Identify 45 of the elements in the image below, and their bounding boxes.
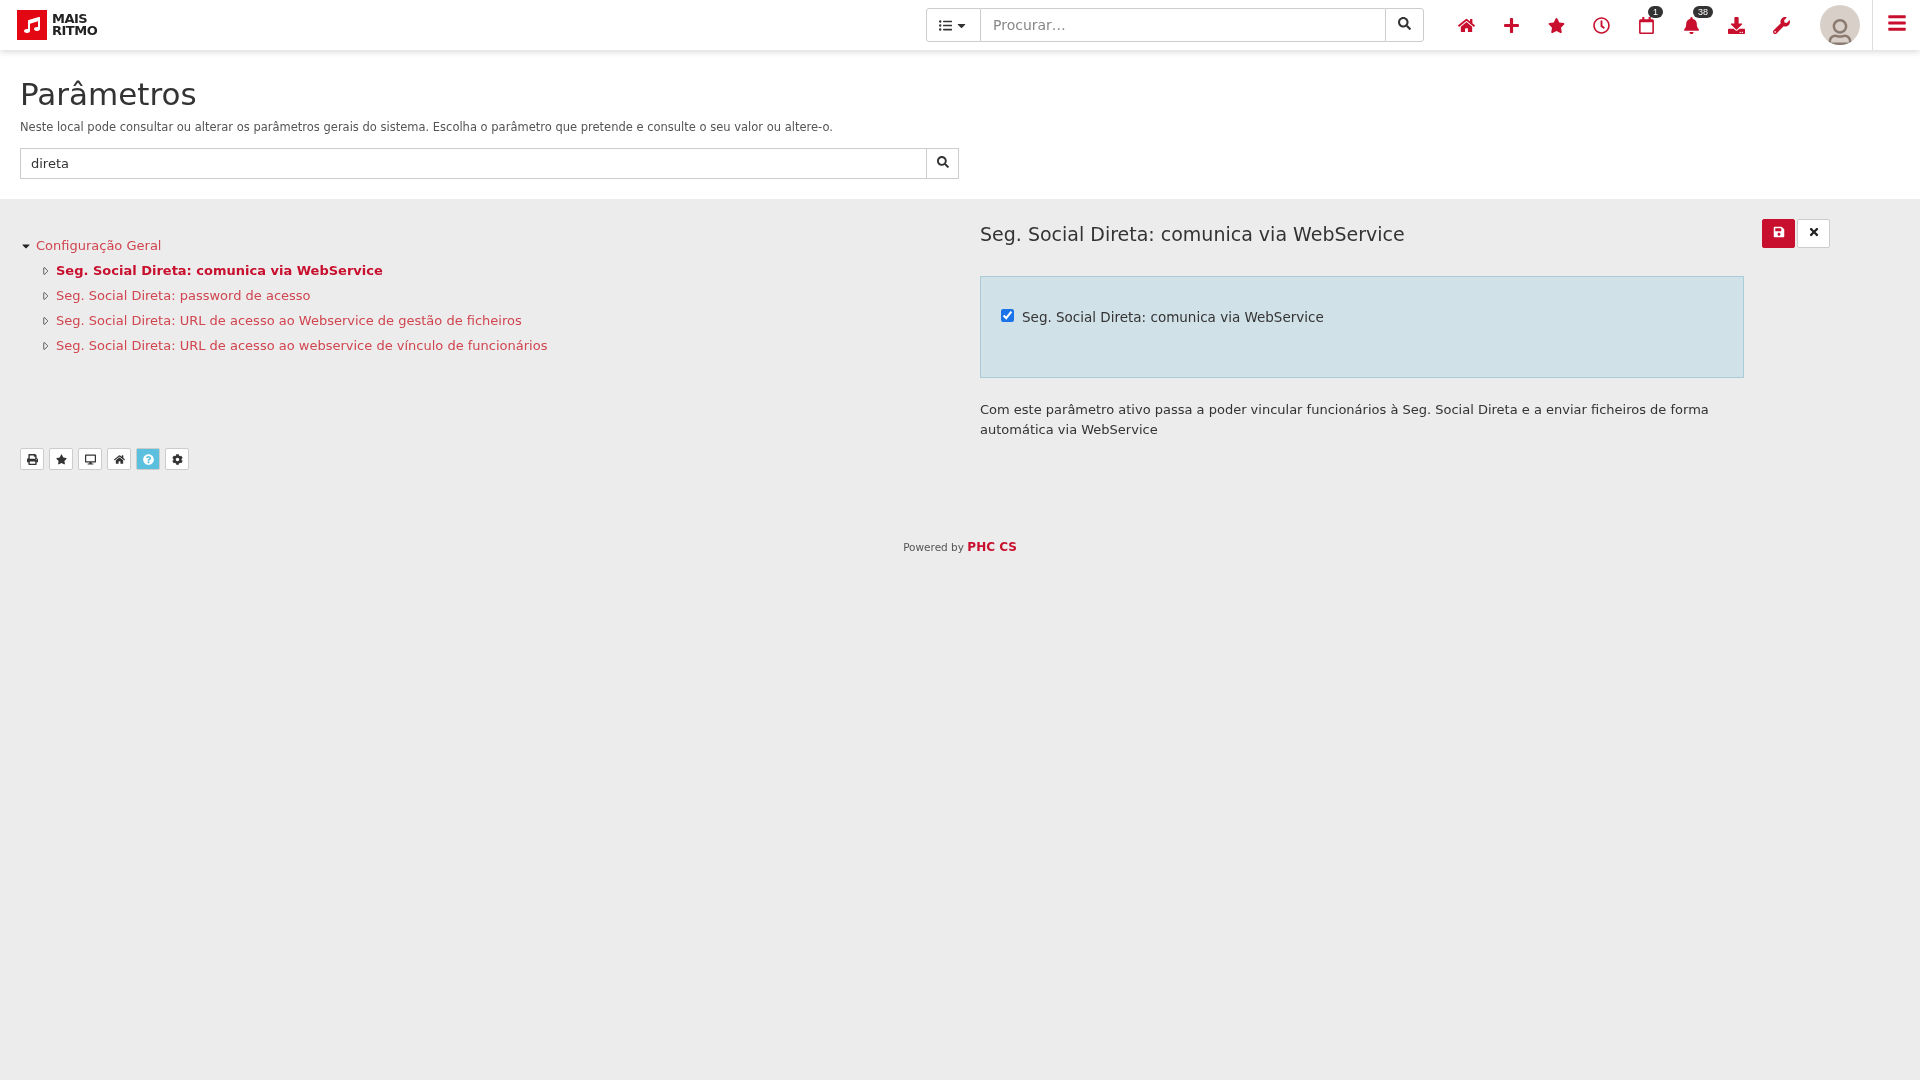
home-plus-icon[interactable]: [107, 448, 131, 470]
tree-item[interactable]: Configuração Geral: [36, 238, 162, 253]
bell-button[interactable]: 38: [1669, 5, 1714, 45]
close-icon: [1807, 226, 1820, 238]
brand-link[interactable]: PHC CS: [967, 540, 1017, 554]
tree-item[interactable]: Seg. Social Direta: password de acesso: [56, 288, 311, 303]
powered-by-text: Powered by: [903, 541, 964, 553]
filter-field[interactable]: direta: [20, 148, 926, 179]
search-icon: [1398, 17, 1411, 30]
count-badge: 38: [1693, 6, 1713, 18]
menu-button[interactable]: [1872, 0, 1920, 50]
calendar-icon: [1638, 16, 1655, 34]
page-description: Neste local pode consultar ou alterar os parâmetros gerais do sistema. Escolha o parâmetro que pretende e consulte o seu valor ou altere-o.: [20, 120, 834, 134]
search-icon: [936, 156, 949, 168]
search-button[interactable]: [1385, 8, 1424, 42]
checkbox-label: Seg. Social Direta: comunica via WebService: [1022, 309, 1324, 325]
search-button[interactable]: [926, 148, 959, 179]
music-note-icon: [17, 10, 47, 40]
search-field[interactable]: Procurar…: [981, 8, 1385, 42]
star-icon: [1548, 16, 1565, 34]
menu-icon: [1886, 12, 1907, 33]
print-icon[interactable]: [20, 448, 44, 470]
save-button[interactable]: [1762, 219, 1795, 248]
list-dropdown-button[interactable]: [926, 8, 981, 42]
calendar-button[interactable]: 1: [1624, 5, 1669, 45]
close-button[interactable]: [1797, 219, 1830, 248]
bell-icon: [1683, 16, 1700, 34]
detail-title: Seg. Social Direta: comunica via WebService: [980, 222, 1405, 245]
checkbox[interactable]: [1001, 309, 1014, 322]
monitor-icon[interactable]: [78, 448, 102, 470]
count-badge: 1: [1648, 6, 1663, 18]
tree-item[interactable]: Seg. Social Direta: URL de acesso ao webservice de vínculo de funcionários: [56, 338, 548, 353]
plus-icon: [1503, 16, 1520, 34]
home-icon: [1458, 16, 1475, 34]
tree-item[interactable]: Seg. Social Direta: URL de acesso ao Webservice de gestão de ficheiros: [56, 313, 522, 328]
avatar[interactable]: [1820, 5, 1860, 45]
download-icon: [1728, 16, 1745, 34]
wrench-icon: [1773, 16, 1790, 34]
logo-text: MAIS RITMO: [52, 13, 98, 37]
gear-icon[interactable]: [165, 448, 189, 470]
clock-icon: [1593, 16, 1610, 34]
parameter-description: Com este parâmetro ativo passa a poder vincular funcionários à Seg. Social Direta e a enviar ficheiros de forma automática via WebService: [980, 401, 1710, 439]
tree-item[interactable]: Seg. Social Direta: comunica via WebService: [56, 263, 383, 278]
page-title: Parâmetros: [20, 76, 198, 112]
list-icon: [939, 18, 952, 32]
